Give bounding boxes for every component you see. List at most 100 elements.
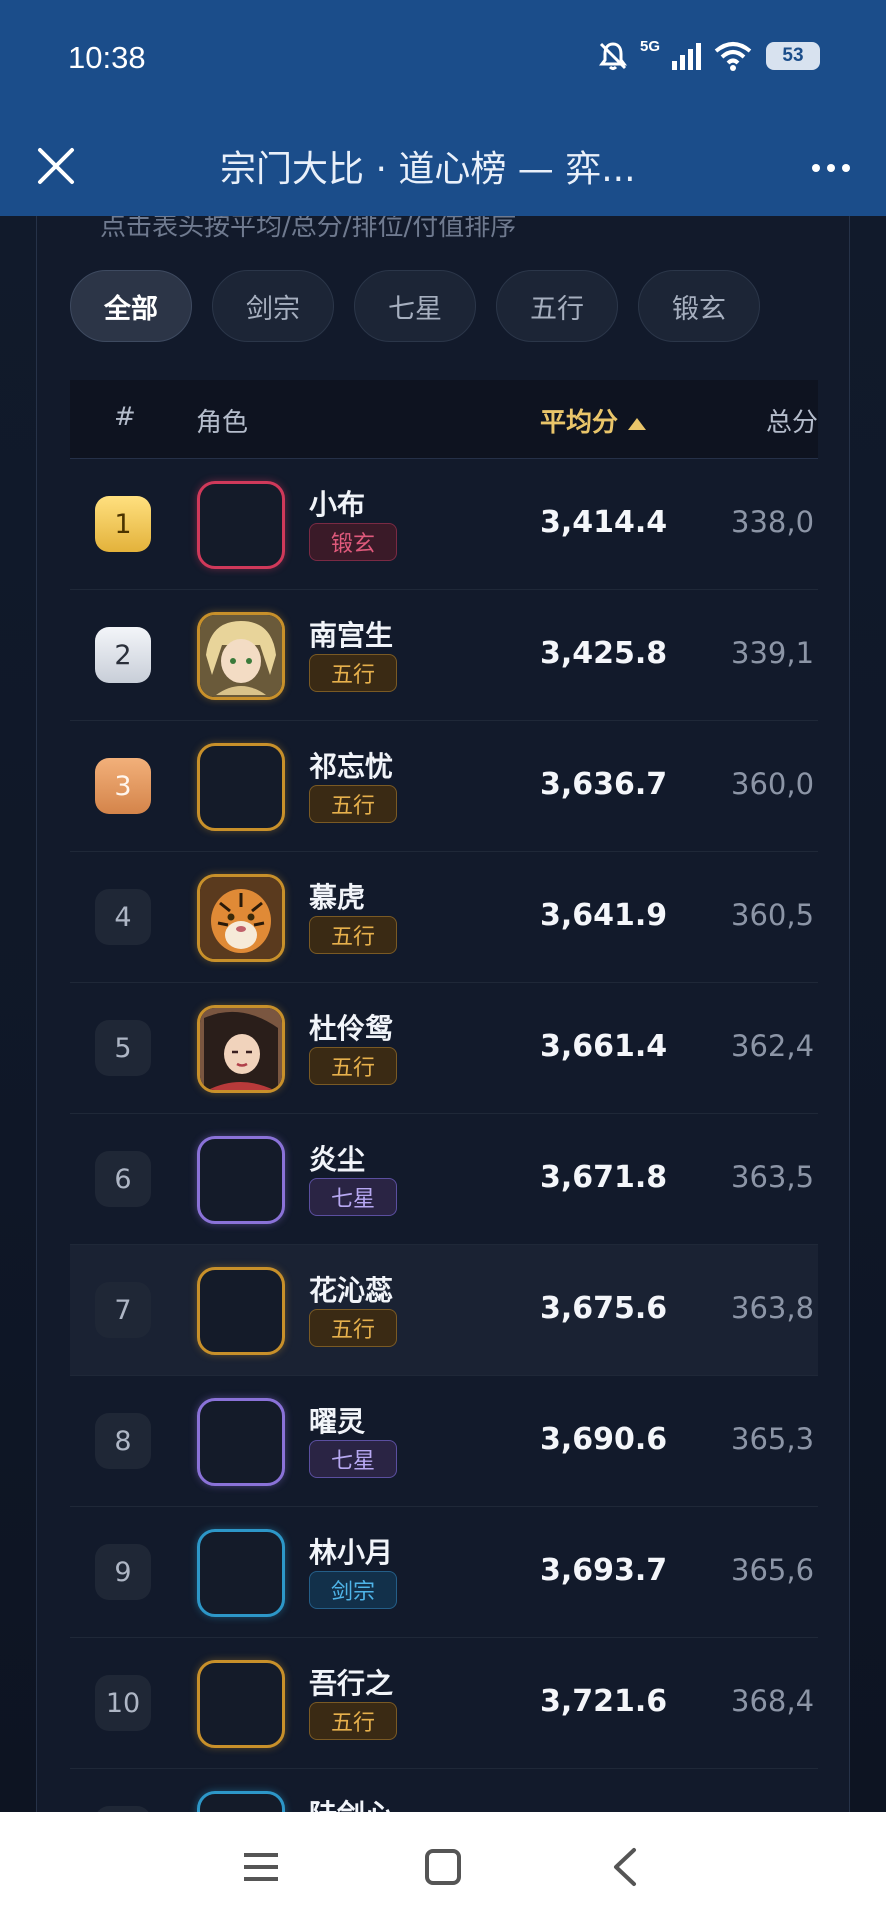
avatar bbox=[197, 1791, 285, 1812]
leaderboard-content[interactable]: 点击表头按平均/总分/排位/付值排序 全部 剑宗 七星 五行 锻玄 # 角色 平… bbox=[0, 216, 886, 1812]
wifi-icon bbox=[714, 42, 752, 71]
avatar bbox=[197, 1529, 285, 1617]
sect-tag: 剑宗 bbox=[309, 1571, 397, 1609]
filter-chip-duanxuan[interactable]: 锻玄 bbox=[638, 270, 760, 342]
mute-bell-icon bbox=[598, 42, 627, 70]
back-icon[interactable] bbox=[602, 1842, 652, 1892]
avatar-tiger-icon bbox=[200, 877, 282, 959]
sect-tag: 七星 bbox=[309, 1178, 397, 1216]
rank-badge: 1 bbox=[95, 496, 151, 552]
signal-icon bbox=[672, 43, 701, 70]
average-score: 3,671.8 bbox=[540, 1160, 668, 1195]
table-row[interactable]: 1 小布 锻玄 3,414.4 338,0 bbox=[70, 459, 818, 590]
status-time: 10:38 bbox=[68, 40, 146, 75]
total-score: 360,0 bbox=[731, 767, 815, 801]
table-row[interactable]: 2 南宫生 五行 3,425.8 339,1 bbox=[70, 590, 818, 721]
avatar-portrait-icon bbox=[200, 615, 282, 697]
character-name: 炎尘 bbox=[309, 1143, 366, 1176]
header-average-label: 平均分 bbox=[540, 408, 619, 438]
rank-badge: 7 bbox=[95, 1282, 151, 1338]
sect-tag: 五行 bbox=[309, 1702, 397, 1740]
rank-badge: 8 bbox=[95, 1413, 151, 1469]
table-row[interactable]: 5 杜伶鸳 五行 3,661.4 362,4 bbox=[70, 983, 818, 1114]
page-title: 宗门大比 · 道心榜 — 弈... bbox=[220, 149, 636, 190]
filter-chip-jianzong[interactable]: 剑宗 bbox=[212, 270, 334, 342]
average-score: 3,414.4 bbox=[540, 505, 668, 540]
menu-icon[interactable] bbox=[236, 1842, 286, 1892]
total-score: 363,5 bbox=[731, 1160, 815, 1194]
rank-badge: 5 bbox=[95, 1020, 151, 1076]
average-score: 3,693.7 bbox=[540, 1553, 668, 1588]
total-score: 365,6 bbox=[731, 1553, 815, 1587]
rank-badge: 4 bbox=[95, 889, 151, 945]
close-icon[interactable] bbox=[26, 136, 86, 196]
table-row[interactable]: 4 慕虎 五行 3,641.9 360,5 bbox=[70, 852, 818, 983]
avatar bbox=[197, 1398, 285, 1486]
battery-icon: 53 bbox=[766, 42, 820, 70]
filter-chip-all[interactable]: 全部 bbox=[70, 270, 192, 342]
total-score: 362,4 bbox=[731, 1029, 815, 1063]
rank-badge: 10 bbox=[95, 1675, 151, 1731]
character-name: 杜伶鸳 bbox=[309, 1012, 394, 1045]
filter-chip-wuxing[interactable]: 五行 bbox=[496, 270, 618, 342]
total-score: 363,8 bbox=[731, 1291, 815, 1325]
character-name: 南宫生 bbox=[309, 619, 394, 652]
sect-tag: 锻玄 bbox=[309, 523, 397, 561]
table-row[interactable]: 8 曜灵 七星 3,690.6 365,3 bbox=[70, 1376, 818, 1507]
average-score: 3,690.6 bbox=[540, 1422, 668, 1457]
sect-tag: 五行 bbox=[309, 1309, 397, 1347]
avatar-portrait-icon bbox=[200, 1008, 282, 1090]
total-score: 339,1 bbox=[731, 636, 815, 670]
more-options-icon[interactable] bbox=[806, 148, 856, 188]
sect-filter-bar: 全部 剑宗 七星 五行 锻玄 bbox=[70, 270, 760, 342]
rank-badge: 3 bbox=[95, 758, 151, 814]
avatar bbox=[197, 1660, 285, 1748]
header-character: 角色 bbox=[196, 408, 249, 438]
table-row[interactable]: 9 林小月 剑宗 3,693.7 365,6 bbox=[70, 1507, 818, 1638]
app-title-bar: 宗门大比 · 道心榜 — 弈... bbox=[0, 118, 886, 216]
sect-tag: 五行 bbox=[309, 916, 397, 954]
header-rank[interactable]: # bbox=[114, 402, 136, 432]
status-icons: 5G 53 bbox=[596, 36, 820, 76]
home-icon[interactable] bbox=[418, 1842, 468, 1892]
table-row[interactable]: 11 陆剑心 剑宗 bbox=[70, 1769, 818, 1812]
table-row[interactable]: 7 花沁蕊 五行 3,675.6 363,8 bbox=[70, 1245, 818, 1376]
avatar bbox=[197, 612, 285, 700]
table-row[interactable]: 6 炎尘 七星 3,671.8 363,5 bbox=[70, 1114, 818, 1245]
total-score: 368,4 bbox=[731, 1684, 815, 1718]
header-total[interactable]: 总分 bbox=[766, 402, 818, 439]
avatar bbox=[197, 481, 285, 569]
character-name: 林小月 bbox=[309, 1536, 394, 1569]
sect-tag: 五行 bbox=[309, 654, 397, 692]
average-score: 3,721.6 bbox=[540, 1684, 668, 1719]
avatar bbox=[197, 1005, 285, 1093]
avatar bbox=[197, 874, 285, 962]
sect-tag: 五行 bbox=[309, 1047, 397, 1085]
header-average-sorted[interactable]: 平均分 bbox=[540, 402, 647, 439]
character-name: 花沁蕊 bbox=[309, 1274, 394, 1307]
table-header: # 角色 平均分 总分 bbox=[70, 380, 818, 459]
character-name: 祁忘忧 bbox=[309, 750, 394, 783]
sort-ascending-icon bbox=[628, 417, 647, 430]
character-name: 小布 bbox=[309, 488, 366, 521]
rank-badge: 2 bbox=[95, 627, 151, 683]
avatar bbox=[197, 1267, 285, 1355]
ranking-table: # 角色 平均分 总分 1 小布 锻玄 3,414.4 338,0 2 南宫生 … bbox=[70, 380, 818, 1812]
system-nav-bar bbox=[0, 1812, 886, 1920]
character-name: 曜灵 bbox=[309, 1405, 366, 1438]
table-row[interactable]: 10 吾行之 五行 3,721.6 368,4 bbox=[70, 1638, 818, 1769]
character-name: 吾行之 bbox=[309, 1667, 394, 1700]
sort-hint-text: 点击表头按平均/总分/排位/付值排序 bbox=[100, 216, 517, 242]
avatar bbox=[197, 1136, 285, 1224]
rank-badge: 6 bbox=[95, 1151, 151, 1207]
avatar bbox=[197, 743, 285, 831]
rank-badge: 9 bbox=[95, 1544, 151, 1600]
average-score: 3,661.4 bbox=[540, 1029, 668, 1064]
average-score: 3,425.8 bbox=[540, 636, 668, 671]
filter-chip-qixing[interactable]: 七星 bbox=[354, 270, 476, 342]
average-score: 3,636.7 bbox=[540, 767, 668, 802]
total-score: 365,3 bbox=[731, 1422, 815, 1456]
status-bar: 10:38 5G 53 bbox=[0, 0, 886, 118]
average-score: 3,641.9 bbox=[540, 898, 668, 933]
table-row[interactable]: 3 祁忘忧 五行 3,636.7 360,0 bbox=[70, 721, 818, 852]
